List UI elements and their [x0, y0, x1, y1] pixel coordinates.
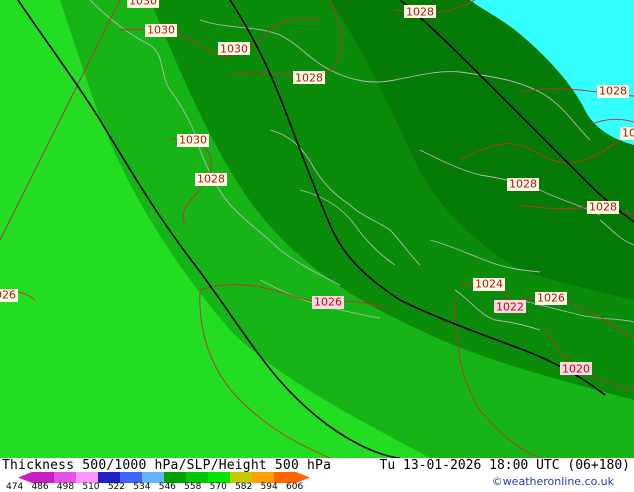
map-title: Thickness 500/1000 hPa/SLP/Height 500 hP…: [2, 458, 332, 473]
svg-text:1028: 1028: [589, 201, 617, 214]
svg-text:1026: 1026: [537, 292, 565, 305]
colorbar-tick-label: 606: [286, 482, 304, 492]
svg-text:1028: 1028: [295, 72, 323, 85]
svg-text:1024: 1024: [475, 278, 503, 291]
pressure-label: 1028: [587, 201, 619, 214]
pressure-label: 1020: [560, 362, 592, 376]
svg-text:1030: 1030: [220, 43, 248, 56]
pressure-label: 1028: [404, 5, 436, 19]
svg-text:1030: 1030: [129, 0, 157, 8]
pressure-label: 1030: [177, 134, 209, 147]
svg-text:1026: 1026: [314, 296, 342, 309]
colorbar-tick-label: 510: [82, 482, 100, 492]
pressure-label: 10: [620, 127, 634, 140]
weather-map: 1030 1030 1030 1030 1028 1028 1028 1028 …: [0, 0, 634, 458]
pressure-label: 1030: [127, 0, 159, 8]
pressure-label: 1026: [535, 292, 567, 305]
pressure-label: 1028: [597, 85, 629, 98]
pressure-label: 1024: [473, 278, 505, 291]
svg-text:1020: 1020: [562, 363, 590, 376]
colorbar-tick-label: 474: [6, 482, 24, 492]
colorbar-tick-label: 522: [107, 482, 125, 492]
colorbar-tick-label: 534: [133, 482, 151, 492]
colorbar-tick-label: 582: [235, 482, 253, 492]
pressure-label: 1022: [494, 300, 526, 314]
forecast-datetime: Tu 13-01-2026 18:00 UTC (06+180): [379, 458, 630, 473]
pressure-label: 1030: [218, 42, 250, 56]
pressure-label: 1028: [195, 173, 227, 186]
svg-text:1030: 1030: [179, 134, 207, 147]
svg-text:1028: 1028: [197, 173, 225, 186]
svg-text:1022: 1022: [496, 301, 524, 314]
credit-link[interactable]: ©weatheronline.co.uk: [492, 475, 614, 488]
pressure-label: 1028: [293, 71, 325, 85]
pressure-label: 1028: [507, 178, 539, 191]
colorbar-tick-label: 558: [184, 482, 202, 492]
pressure-label: 1026: [0, 289, 18, 302]
colorbar-tick-label: 570: [209, 482, 227, 492]
colorbar-tick-label: 486: [31, 482, 49, 492]
svg-text:10: 10: [622, 127, 634, 140]
svg-text:1028: 1028: [599, 85, 627, 98]
pressure-label: 1030: [145, 24, 177, 37]
svg-text:1028: 1028: [406, 6, 434, 19]
colorbar-tick-label: 546: [158, 482, 176, 492]
colorbar-tick-label: 594: [260, 482, 278, 492]
svg-text:1030: 1030: [147, 24, 175, 37]
svg-text:1026: 1026: [0, 289, 16, 302]
colorbar-tick-label: 498: [56, 482, 75, 492]
pressure-label: 1026: [312, 296, 344, 309]
svg-text:1028: 1028: [509, 178, 537, 191]
